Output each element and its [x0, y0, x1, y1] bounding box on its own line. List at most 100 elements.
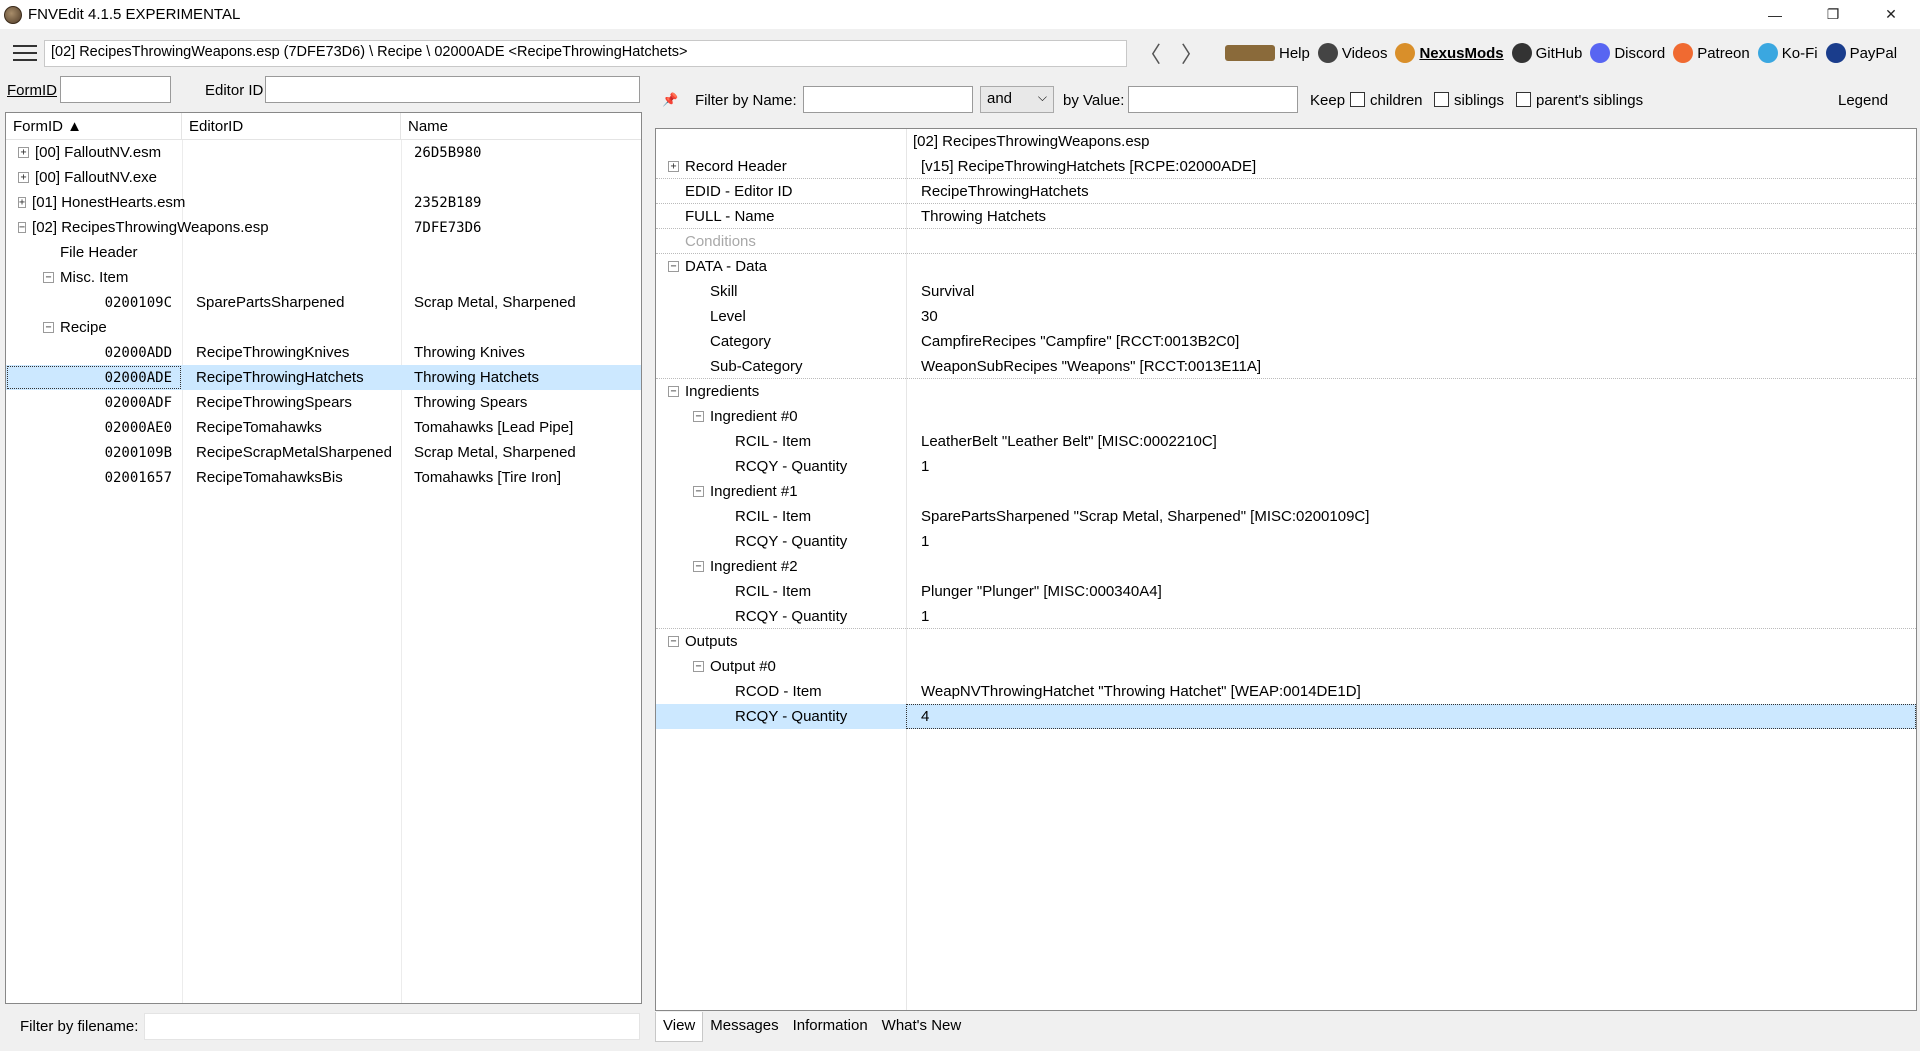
column-editorid[interactable]: EditorID — [182, 113, 401, 139]
tree-row[interactable]: 0200109B RecipeScrapMetalSharpened Scrap M… — [6, 440, 641, 465]
field-value[interactable]: Throwing Hatchets — [921, 204, 1046, 229]
field-row[interactable]: Conditions — [656, 229, 1916, 254]
parent-siblings-checkbox[interactable] — [1516, 92, 1531, 107]
field-value[interactable]: 1 — [921, 604, 929, 629]
restore-button[interactable]: ❐ — [1804, 0, 1862, 29]
expand-icon[interactable]: + — [668, 161, 679, 172]
field-row[interactable]: Category CampfireRecipes "Campfire" [RCCT… — [656, 329, 1916, 354]
collapse-icon[interactable]: − — [693, 486, 704, 497]
minimize-button[interactable]: — — [1746, 0, 1804, 29]
field-row[interactable]: Level 30 — [656, 304, 1916, 329]
field-row[interactable]: − Ingredients — [656, 379, 1916, 404]
field-value[interactable]: [v15] RecipeThrowingHatchets [RCPE:02000… — [921, 154, 1256, 179]
field-value[interactable]: Plunger "Plunger" [MISC:000340A4] — [921, 579, 1162, 604]
filename-filter-input[interactable] — [144, 1013, 640, 1040]
forward-arrow-icon[interactable]: 〉 — [1180, 41, 1204, 67]
field-row[interactable]: FULL - Name Throwing Hatchets — [656, 204, 1916, 229]
field-value[interactable]: Survival — [921, 279, 974, 304]
collapse-icon[interactable]: − — [693, 661, 704, 672]
field-value[interactable]: LeatherBelt "Leather Belt" [MISC:0002210… — [921, 429, 1217, 454]
field-value[interactable]: 1 — [921, 529, 929, 554]
collapse-icon[interactable]: − — [43, 272, 54, 283]
tree-row[interactable]: + [01] HonestHearts.esm 2352B189 — [6, 190, 641, 215]
field-row[interactable]: RCQY - Quantity 1 — [656, 529, 1916, 554]
pane-splitter[interactable] — [645, 74, 650, 1042]
tree-row[interactable]: 02000AE0 RecipeTomahawks Tomahawks [Lead P… — [6, 415, 641, 440]
close-button[interactable]: ✕ — [1862, 0, 1920, 29]
collapse-icon[interactable]: − — [693, 561, 704, 572]
pin-icon[interactable]: 📌 — [662, 92, 678, 107]
legend-button[interactable]: Legend — [1838, 92, 1888, 109]
field-row[interactable]: RCIL - Item Plunger "Plunger" [MISC:00034… — [656, 579, 1916, 604]
filter-by-value-input[interactable] — [1128, 86, 1298, 113]
collapse-icon[interactable]: − — [668, 261, 679, 272]
link-patreon[interactable]: Patreon — [1673, 43, 1750, 63]
field-value[interactable]: 1 — [921, 454, 929, 479]
link-paypal[interactable]: PayPal — [1825, 43, 1897, 63]
and-or-select[interactable]: and ⌵ — [980, 86, 1054, 113]
tree-row[interactable]: − [02] RecipesThrowingWeapons.esp 7DFE73D6 — [6, 215, 641, 240]
field-row[interactable]: + Record Header [v15] RecipeThrowingHatche… — [656, 154, 1916, 179]
tree-row[interactable]: 02000ADE RecipeThrowingHatchets Throwing H… — [6, 365, 641, 390]
field-value[interactable]: RecipeThrowingHatchets — [921, 179, 1089, 204]
field-row[interactable]: − Ingredient #2 — [656, 554, 1916, 579]
field-row[interactable]: EDID - Editor ID RecipeThrowingHatchets — [656, 179, 1916, 204]
menu-icon[interactable] — [13, 45, 37, 61]
tree-row[interactable]: − Misc. Item — [6, 265, 641, 290]
tree-row[interactable]: 02000ADD RecipeThrowingKnives Throwing Kni… — [6, 340, 641, 365]
column-formid[interactable]: FormID ▲ — [6, 113, 182, 139]
tab-messages[interactable]: Messages — [703, 1012, 785, 1042]
field-row[interactable]: − Outputs — [656, 629, 1916, 654]
collapse-icon[interactable]: − — [18, 222, 27, 233]
children-checkbox[interactable] — [1350, 92, 1365, 107]
field-row[interactable]: − Output #0 — [656, 654, 1916, 679]
field-row[interactable]: RCIL - Item SparePartsSharpened "Scrap Me… — [656, 504, 1916, 529]
tab-view[interactable]: View — [655, 1012, 704, 1042]
column-name[interactable]: Name — [401, 113, 641, 139]
tree-row[interactable]: File Header — [6, 240, 641, 265]
collapse-icon[interactable]: − — [668, 386, 679, 397]
field-value[interactable]: 4 — [921, 704, 929, 729]
expand-icon[interactable]: + — [18, 147, 29, 158]
field-row[interactable]: − DATA - Data — [656, 254, 1916, 279]
field-value[interactable]: CampfireRecipes "Campfire" [RCCT:0013B2C… — [921, 329, 1239, 354]
field-value[interactable]: WeapNVThrowingHatchet "Throwing Hatchet"… — [921, 679, 1361, 704]
link-github[interactable]: GitHub — [1511, 43, 1582, 63]
field-value[interactable]: SparePartsSharpened "Scrap Metal, Sharpe… — [921, 504, 1369, 529]
field-row[interactable]: RCQY - Quantity 4 — [656, 704, 1916, 729]
collapse-icon[interactable]: − — [668, 636, 679, 647]
tab-whats-new[interactable]: What's New — [875, 1012, 969, 1042]
field-row[interactable]: Skill Survival — [656, 279, 1916, 304]
siblings-checkbox[interactable] — [1434, 92, 1449, 107]
field-row[interactable]: RCQY - Quantity 1 — [656, 604, 1916, 629]
tab-information[interactable]: Information — [786, 1012, 875, 1042]
tree-row[interactable]: + [00] FalloutNV.exe — [6, 165, 641, 190]
field-row[interactable]: Sub-Category WeaponSubRecipes "Weapons" [… — [656, 354, 1916, 379]
collapse-icon[interactable]: − — [693, 411, 704, 422]
field-row[interactable]: RCOD - Item WeapNVThrowingHatchet "Throwi… — [656, 679, 1916, 704]
formid-filter-input[interactable] — [60, 76, 171, 103]
filter-by-name-input[interactable] — [803, 86, 973, 113]
link-nexusmods[interactable]: NexusMods — [1395, 43, 1504, 63]
tree-row[interactable]: 02000ADF RecipeThrowingSpears Throwing Spe… — [6, 390, 641, 415]
expand-icon[interactable]: + — [18, 197, 27, 208]
expand-icon[interactable]: + — [18, 172, 29, 183]
field-row[interactable]: RCQY - Quantity 1 — [656, 454, 1916, 479]
tree-row[interactable]: − Recipe — [6, 315, 641, 340]
back-arrow-icon[interactable]: 〈 — [1138, 41, 1162, 67]
link-videos[interactable]: Videos — [1317, 43, 1387, 63]
tree-row[interactable]: + [00] FalloutNV.esm 26D5B980 — [6, 140, 641, 165]
field-row[interactable]: RCIL - Item LeatherBelt "Leather Belt" [M… — [656, 429, 1916, 454]
field-value[interactable]: WeaponSubRecipes "Weapons" [RCCT:0013E11… — [921, 354, 1261, 379]
field-value[interactable]: 30 — [921, 304, 938, 329]
link-help[interactable]: Help — [1225, 45, 1310, 62]
record-path-field[interactable]: [02] RecipesThrowingWeapons.esp (7DFE73D… — [44, 40, 1127, 67]
tree-row[interactable]: 0200109C SparePartsSharpened Scrap Metal, … — [6, 290, 641, 315]
field-row[interactable]: − Ingredient #1 — [656, 479, 1916, 504]
link-ko-fi[interactable]: Ko-Fi — [1757, 43, 1818, 63]
field-row[interactable]: − Ingredient #0 — [656, 404, 1916, 429]
link-discord[interactable]: Discord — [1590, 43, 1665, 63]
tree-row[interactable]: 02001657 RecipeTomahawksBis Tomahawks [Tir… — [6, 465, 641, 490]
collapse-icon[interactable]: − — [43, 322, 54, 333]
editorid-filter-input[interactable] — [265, 76, 640, 103]
